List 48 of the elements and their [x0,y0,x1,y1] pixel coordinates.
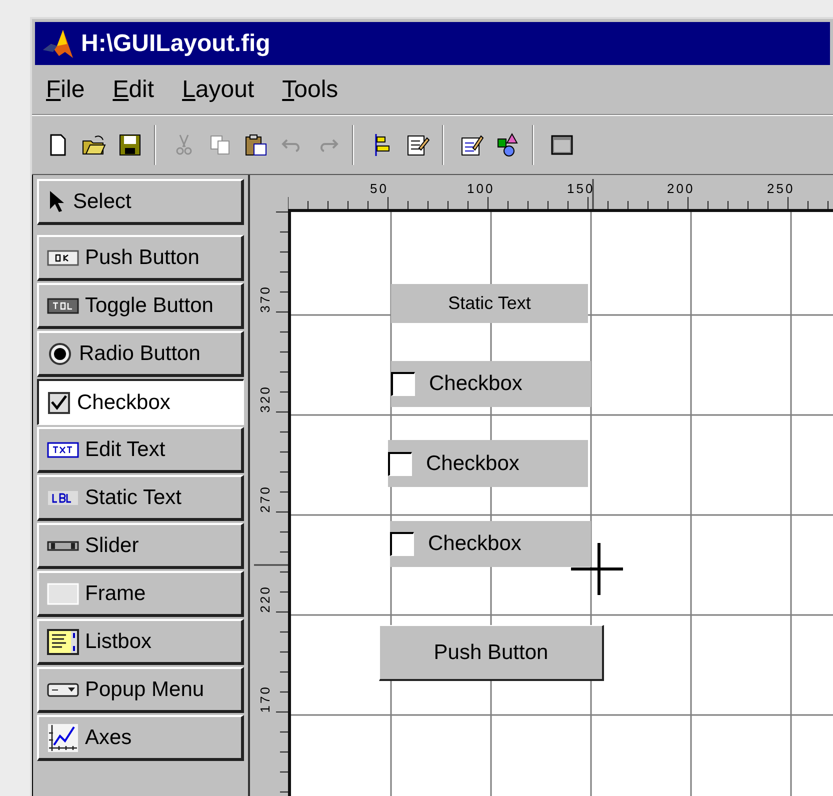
checkbox-label: Checkbox [426,450,520,477]
checkbox-control[interactable]: Checkbox [391,361,591,407]
ruler-label: 100 [467,180,495,198]
listbox-icon [47,628,79,654]
ok-button-icon [47,250,79,266]
palette-button[interactable]: Slider [37,523,244,569]
palette-button[interactable]: Popup Menu [37,667,244,713]
menu-item[interactable]: Edit [112,72,154,108]
palette-button[interactable]: Axes [37,715,244,761]
palette-button[interactable]: Frame [37,571,244,617]
menu-item[interactable]: Layout [182,72,254,108]
window-title: H:\GUILayout.fig [81,28,270,58]
ruler-label: 270 [256,486,274,513]
palette-button[interactable]: Static Text [37,475,244,521]
frame-icon [47,582,79,604]
ruler-label: 50 [370,180,388,198]
palette-button[interactable]: Listbox [37,619,244,665]
peak-logo-icon [41,28,75,60]
axes-plot-icon [47,722,79,752]
push-button-control[interactable]: Push Button [379,625,604,681]
ruler-label: 250 [767,180,795,198]
ruler-label: 370 [256,286,274,313]
label-icon [47,490,79,506]
palette-button[interactable]: Edit Text [37,427,244,473]
ruler-label: 170 [256,686,274,713]
menu-item[interactable]: File [46,72,85,108]
ruler-label: 150 [567,180,595,198]
checkbox-label: Checkbox [428,531,522,558]
checkbox-control[interactable]: Checkbox [388,440,588,487]
checkbox-label: Checkbox [429,371,522,398]
checkbox-control[interactable]: Checkbox [390,521,591,567]
crosshair-cursor-icon [571,543,623,595]
radio-icon [47,340,73,366]
ruler-label: 320 [256,386,274,413]
slider-icon [47,540,79,552]
ruler-label: 220 [256,586,274,613]
ruler-label: 200 [667,180,695,198]
dropdown-icon [47,682,79,696]
palette-button[interactable]: Toggle Button [37,283,244,329]
checkbox-icon [47,390,71,414]
palette-button[interactable]: Radio Button [37,331,244,377]
palette-button[interactable]: Checkbox [37,379,244,425]
toggle-button-icon [47,298,79,314]
menu-item[interactable]: Tools [282,72,338,108]
palette-button[interactable]: Select [37,179,244,225]
palette-button[interactable]: Push Button [37,235,244,281]
static-text-control[interactable]: Static Text [391,284,588,323]
txt-field-icon [47,442,79,458]
